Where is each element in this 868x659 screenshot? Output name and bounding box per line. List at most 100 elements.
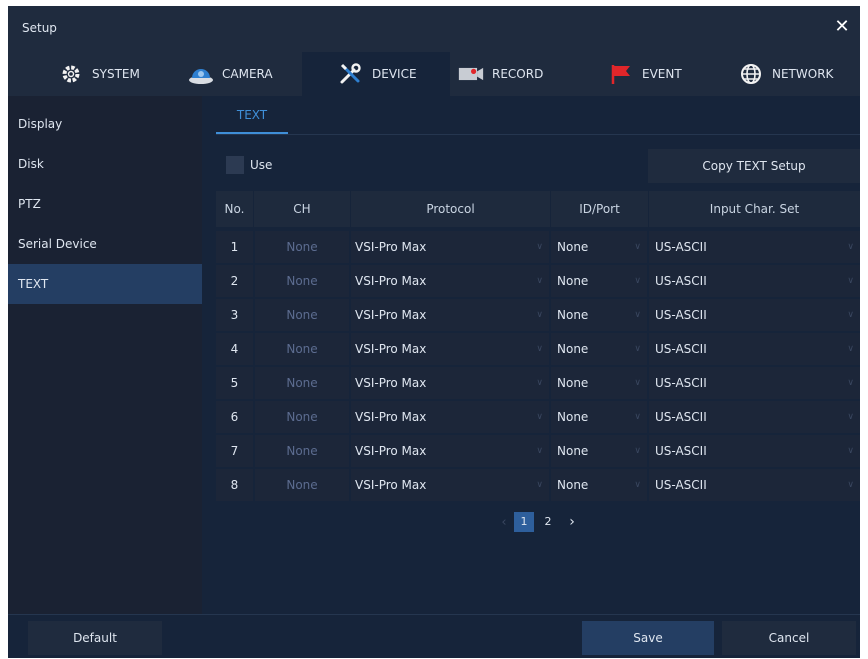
pagination: ‹ 1 2 › — [494, 511, 582, 533]
id-port-select[interactable]: None ∨ — [551, 435, 647, 467]
chevron-down-icon: ∨ — [847, 344, 854, 354]
chevron-down-icon: ∨ — [634, 412, 641, 422]
prev-page-button[interactable]: ‹ — [494, 515, 514, 530]
tab-camera[interactable]: CAMERA — [188, 52, 298, 96]
subtab-text[interactable]: TEXT — [216, 96, 288, 134]
input-char-set-select[interactable]: US-ASCII ∨ — [649, 401, 860, 433]
protocol-select[interactable]: VSI-Pro Max ∨ — [351, 265, 549, 297]
id-port-select[interactable]: None ∨ — [551, 299, 647, 331]
row-number: 5 — [216, 367, 253, 399]
table-row: 1 None VSI-Pro Max ∨ None ∨ US-ASCII ∨ — [216, 231, 860, 263]
char-set-value: US-ASCII — [655, 376, 707, 390]
ch-select[interactable]: None — [255, 367, 349, 399]
protocol-select[interactable]: VSI-Pro Max ∨ — [351, 435, 549, 467]
protocol-value: VSI-Pro Max — [355, 308, 427, 322]
tab-record[interactable]: RECORD — [458, 52, 578, 96]
ch-select[interactable]: None — [255, 265, 349, 297]
chevron-down-icon: ∨ — [634, 378, 641, 388]
next-page-button[interactable]: › — [562, 514, 582, 530]
save-button[interactable]: Save — [582, 621, 714, 655]
close-button[interactable]: ✕ — [832, 17, 852, 37]
chevron-down-icon: ∨ — [847, 242, 854, 252]
tab-label: CAMERA — [222, 67, 273, 81]
ch-select[interactable]: None — [255, 469, 349, 501]
tab-network[interactable]: NETWORK — [738, 52, 858, 96]
protocol-value: VSI-Pro Max — [355, 410, 427, 424]
sidebar-item-ptz[interactable]: PTZ — [8, 184, 202, 224]
chevron-down-icon: ∨ — [634, 242, 641, 252]
chevron-down-icon: ∨ — [847, 378, 854, 388]
input-char-set-select[interactable]: US-ASCII ∨ — [649, 231, 860, 263]
camera-icon — [188, 61, 214, 87]
id-port-select[interactable]: None ∨ — [551, 469, 647, 501]
protocol-select[interactable]: VSI-Pro Max ∨ — [351, 469, 549, 501]
chevron-down-icon: ∨ — [634, 276, 641, 286]
tab-device[interactable]: DEVICE — [302, 52, 450, 96]
tab-event[interactable]: EVENT — [608, 52, 718, 96]
sidebar-item-disk[interactable]: Disk — [8, 144, 202, 184]
char-set-value: US-ASCII — [655, 410, 707, 424]
tab-system[interactable]: SYSTEM — [58, 52, 178, 96]
sidebar-item-display[interactable]: Display — [8, 104, 202, 144]
protocol-value: VSI-Pro Max — [355, 478, 427, 492]
protocol-select[interactable]: VSI-Pro Max ∨ — [351, 367, 549, 399]
column-header-protocol: Protocol — [426, 202, 475, 216]
id-port-value: None — [557, 308, 589, 322]
id-port-select[interactable]: None ∨ — [551, 333, 647, 365]
input-char-set-select[interactable]: US-ASCII ∨ — [649, 469, 860, 501]
top-tab-bar: SYSTEM CAMERA DEVICE RECORD EVENT NETWOR… — [8, 52, 860, 96]
ch-select[interactable]: None — [255, 435, 349, 467]
id-port-select[interactable]: None ∨ — [551, 231, 647, 263]
id-port-select[interactable]: None ∨ — [551, 401, 647, 433]
main-panel: TEXT Use Copy TEXT Setup No. CH Protocol… — [202, 96, 860, 614]
protocol-select[interactable]: VSI-Pro Max ∨ — [351, 401, 549, 433]
column-header-input-char-set: Input Char. Set — [709, 202, 800, 216]
id-port-select[interactable]: None ∨ — [551, 265, 647, 297]
table-row: 4 None VSI-Pro Max ∨ None ∨ US-ASCII ∨ — [216, 333, 860, 365]
tab-label: DEVICE — [372, 67, 417, 81]
char-set-value: US-ASCII — [655, 478, 707, 492]
id-port-value: None — [557, 240, 589, 254]
protocol-value: VSI-Pro Max — [355, 444, 427, 458]
protocol-select[interactable]: VSI-Pro Max ∨ — [351, 333, 549, 365]
chevron-down-icon: ∨ — [536, 412, 543, 422]
ch-select[interactable]: None — [255, 299, 349, 331]
chevron-down-icon: ∨ — [634, 310, 641, 320]
column-header-ch: CH — [293, 202, 311, 216]
ch-select[interactable]: None — [255, 333, 349, 365]
char-set-value: US-ASCII — [655, 240, 707, 254]
subtab-divider — [216, 134, 860, 135]
ch-select[interactable]: None — [255, 231, 349, 263]
protocol-select[interactable]: VSI-Pro Max ∨ — [351, 299, 549, 331]
chevron-down-icon: ∨ — [847, 310, 854, 320]
page-button-1[interactable]: 1 — [514, 512, 534, 532]
tab-label: NETWORK — [772, 67, 834, 81]
sidebar-item-serial-device[interactable]: Serial Device — [8, 224, 202, 264]
input-char-set-select[interactable]: US-ASCII ∨ — [649, 435, 860, 467]
page-button-2[interactable]: 2 — [538, 512, 558, 532]
record-icon — [458, 61, 484, 87]
input-char-set-select[interactable]: US-ASCII ∨ — [649, 367, 860, 399]
table-header: No. CH Protocol ID/Port Input Char. Set — [216, 191, 860, 227]
char-set-value: US-ASCII — [655, 308, 707, 322]
input-char-set-select[interactable]: US-ASCII ∨ — [649, 299, 860, 331]
chevron-down-icon: ∨ — [847, 446, 854, 456]
table-row: 3 None VSI-Pro Max ∨ None ∨ US-ASCII ∨ — [216, 299, 860, 331]
use-checkbox[interactable] — [226, 156, 244, 174]
copy-text-setup-button[interactable]: Copy TEXT Setup — [648, 149, 860, 183]
flag-icon — [608, 61, 634, 87]
row-number: 3 — [216, 299, 253, 331]
input-char-set-select[interactable]: US-ASCII ∨ — [649, 333, 860, 365]
default-button[interactable]: Default — [28, 621, 162, 655]
id-port-value: None — [557, 478, 589, 492]
input-char-set-select[interactable]: US-ASCII ∨ — [649, 265, 860, 297]
cancel-button[interactable]: Cancel — [722, 621, 856, 655]
sidebar-item-text[interactable]: TEXT — [8, 264, 202, 304]
chevron-down-icon: ∨ — [536, 446, 543, 456]
id-port-select[interactable]: None ∨ — [551, 367, 647, 399]
column-header-no: No. — [224, 202, 245, 216]
id-port-value: None — [557, 410, 589, 424]
protocol-select[interactable]: VSI-Pro Max ∨ — [351, 231, 549, 263]
ch-select[interactable]: None — [255, 401, 349, 433]
tools-icon — [338, 61, 364, 87]
